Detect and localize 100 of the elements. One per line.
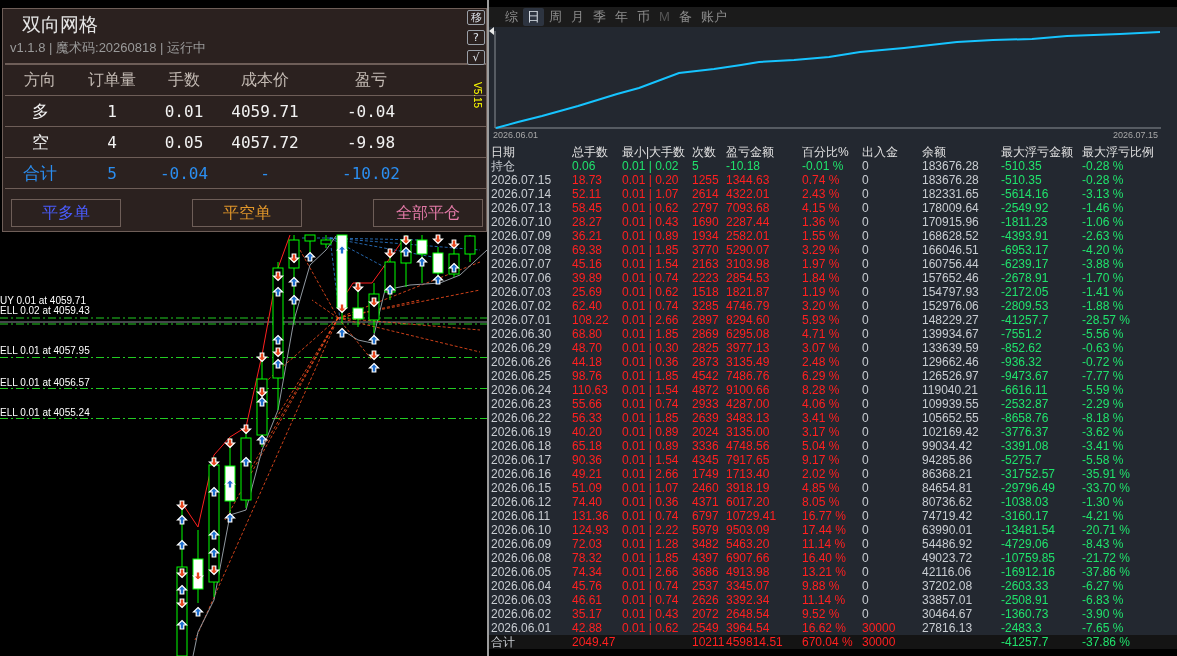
table-cell-text: 4.06 % — [802, 397, 841, 411]
table-cell-text: 0 — [862, 383, 870, 397]
table-cell-text: 2026.06.09 — [491, 537, 553, 551]
table-cell-text: 4371 — [692, 495, 720, 509]
table-cell-text: -936.32 — [1001, 355, 1043, 369]
order-label: UY 0.01 at 4059.71 — [0, 296, 86, 306]
table-cell-text: 1.19 % — [802, 285, 841, 299]
order-label: ELL 0.01 at 4056.57 — [0, 378, 90, 388]
close-all-button[interactable]: 全部平仓 — [373, 199, 483, 227]
table-cell-text: 0.06 — [572, 159, 597, 173]
table-cell-text: 72.03 — [572, 537, 604, 551]
period-tab[interactable]: 综 — [501, 8, 522, 26]
table-cell-text: 2460 — [692, 481, 720, 495]
period-tab[interactable]: 币 — [633, 8, 654, 26]
table-cell-text: 131.36 — [572, 509, 610, 523]
table-cell-text: -3.41 % — [1082, 439, 1125, 453]
table-cell-text: 8.28 % — [802, 383, 841, 397]
up-arrow-marker — [400, 246, 412, 257]
down-arrow-marker — [256, 387, 268, 398]
column-header: 订单量 — [88, 69, 136, 90]
table-cell-text: 27816.13 — [922, 621, 974, 635]
period-tab[interactable]: 季 — [589, 8, 610, 26]
table-cell-text: 16.62 % — [802, 621, 848, 635]
table-cell-text: 3770 — [692, 243, 720, 257]
table-cell-text: 124.93 — [572, 523, 610, 537]
table-cell-text: -6953.17 — [1001, 243, 1050, 257]
table-cell-text: 2026.06.01 — [491, 621, 553, 635]
table-cell-text: 6.29 % — [802, 369, 841, 383]
table-cell-text: -2532.87 — [1001, 397, 1050, 411]
move-button[interactable]: 移 — [467, 10, 485, 25]
table-cell-text: 0.01 | 0.89 — [622, 439, 680, 453]
table-cell-text: -2678.91 — [1001, 271, 1050, 285]
table-cell-text: -31752.57 — [1001, 467, 1057, 481]
table-cell-text: 183676.28 — [922, 159, 980, 173]
table-cell-text: 5 — [692, 159, 700, 173]
table-cell-text: 4913.98 — [726, 565, 771, 579]
table-cell-text: 74.40 — [572, 495, 604, 509]
table-cell-text: -1811.23 — [1001, 215, 1049, 229]
table-cell-text: 2549 — [692, 621, 720, 635]
table-cell-text: 0.01 | 0.74 — [622, 593, 680, 607]
table-cell-text: 2639 — [692, 411, 720, 425]
table-cell-text: 4287.00 — [726, 397, 771, 411]
table-cell-text: -0.72 % — [1082, 355, 1125, 369]
table-cell-text: 0.01 | 1.85 — [622, 369, 680, 383]
period-tab[interactable]: 年 — [611, 8, 632, 26]
table-cell-text: 56.33 — [572, 411, 604, 425]
table-cell-text: 2854.53 — [726, 271, 771, 285]
table-cell-text: -7551.2 — [1001, 327, 1043, 341]
table-cell-text: 9.88 % — [802, 579, 841, 593]
table-cell-text: 3345.07 — [726, 579, 771, 593]
table-cell-text: 42116.06 — [922, 565, 973, 579]
table-cell-text: 2026.06.26 — [491, 355, 553, 369]
period-tab[interactable]: 日 — [523, 8, 544, 26]
table-cell-text: 65.18 — [572, 439, 604, 453]
table-cell-text: 154797.93 — [922, 285, 980, 299]
table-cell-text: 7093.68 — [726, 201, 771, 215]
close-long-button[interactable]: 平多单 — [11, 199, 121, 227]
table-cell-text: -10.18 — [726, 159, 762, 173]
table-cell-text: 3135.00 — [726, 425, 771, 439]
table-cell-text: 0.01 | 0.30 — [622, 341, 680, 355]
table-cell-text: 2026.06.22 — [491, 411, 553, 425]
table-cell-text: 1.36 % — [802, 215, 841, 229]
table-cell-text: 0.01 | 0.62 — [622, 621, 680, 635]
up-arrow-marker — [208, 547, 220, 558]
table-cell-text: 3686 — [692, 565, 720, 579]
period-tab[interactable]: 月 — [567, 8, 588, 26]
confirm-button[interactable]: √ — [467, 50, 485, 65]
table-cell: -0.04 — [159, 163, 209, 183]
help-button[interactable]: ? — [467, 30, 485, 45]
table-cell-text: 3482 — [692, 537, 720, 551]
table-cell-text: 3.07 % — [802, 341, 841, 355]
table-cell-text: 2026.06.24 — [491, 383, 553, 397]
table-cell-text: 0 — [862, 257, 870, 271]
table-cell-text: 0 — [862, 453, 870, 467]
table-cell-text: 2026.06.25 — [491, 369, 553, 383]
table-cell-text: 5463.20 — [726, 537, 771, 551]
table-cell-text: -1.70 % — [1082, 271, 1125, 285]
up-arrow-marker — [224, 478, 236, 489]
table-cell-text: 1255 — [692, 173, 720, 187]
table-cell-text: 25.69 — [572, 285, 604, 299]
table-cell-text: 2.48 % — [802, 355, 841, 369]
period-tab[interactable]: 周 — [545, 8, 566, 26]
table-cell-text: 0.01 | 0.74 — [622, 299, 680, 313]
table-cell-text: 30464.67 — [922, 607, 974, 621]
table-cell-text: -5.56 % — [1082, 327, 1125, 341]
column-header: 日期 — [491, 145, 516, 159]
table-cell-text: -3160.17 — [1001, 509, 1050, 523]
table-cell-text: 0 — [862, 285, 870, 299]
table-cell-text: 40.20 — [572, 425, 604, 439]
table-cell-text: 28.27 — [572, 215, 604, 229]
period-tab[interactable]: 账户 — [696, 8, 731, 26]
table-cell-text: 2287.44 — [726, 215, 771, 229]
close-short-button[interactable]: 平空单 — [192, 199, 302, 227]
period-tab[interactable]: 备 — [674, 8, 696, 26]
table-cell-text: -7.65 % — [1082, 621, 1125, 635]
table-cell-text: -35.91 % — [1082, 467, 1132, 481]
table-cell-text: 6907.66 — [726, 551, 771, 565]
table-cell-text: 2026.06.05 — [491, 565, 553, 579]
table-cell-text: 1518 — [692, 285, 720, 299]
table-cell-text: 35.17 — [572, 607, 604, 621]
